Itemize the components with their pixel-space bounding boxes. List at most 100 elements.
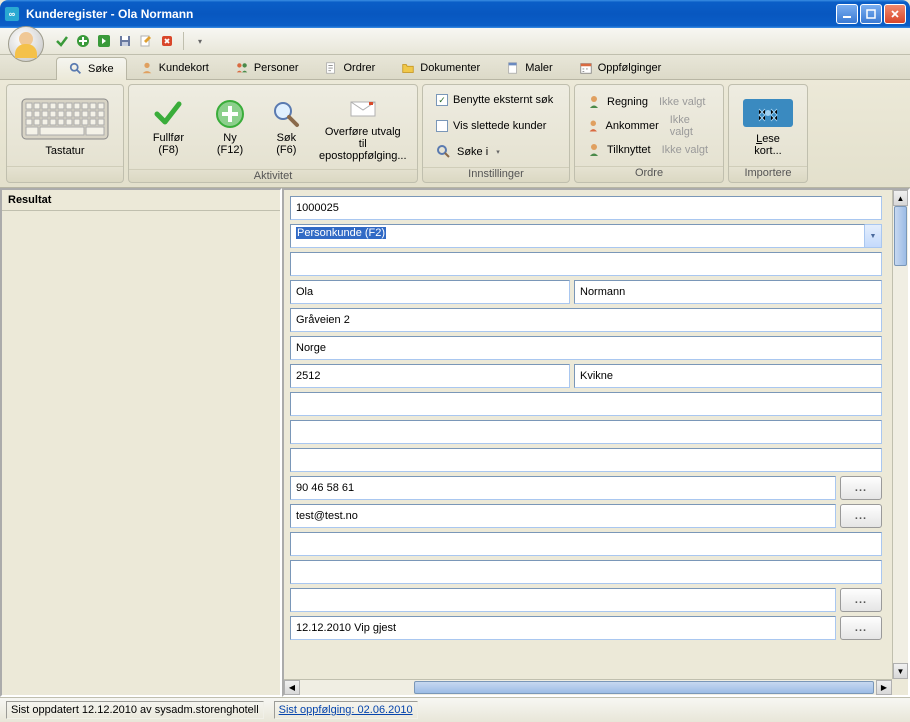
qa-commit-button[interactable]	[53, 32, 71, 50]
vis-slettede-checkbox[interactable]: Vis slettede kunder	[431, 115, 551, 137]
email-more-button[interactable]: ...	[840, 504, 882, 528]
tastatur-button[interactable]: Tastatur	[15, 92, 115, 160]
regning-button[interactable]: Regning Ikke valgt	[581, 91, 717, 113]
ribbon-group-importere: Lese kort... Importere	[728, 84, 808, 183]
ankommer-label: Ankommer	[606, 120, 659, 132]
window-minimize-button[interactable]	[836, 4, 858, 24]
city-field[interactable]	[574, 364, 882, 388]
overfore-button[interactable]: Overføre utvalg til epostoppfølging...	[317, 89, 409, 165]
tab-label: Ordrer	[343, 62, 375, 74]
soke-i-label: Søke i	[457, 146, 488, 158]
benytte-eksternt-checkbox[interactable]: ✓Benytte eksternt søk	[431, 89, 558, 111]
lastname-field[interactable]	[574, 280, 882, 304]
overfore-label-2: epostoppfølging...	[319, 150, 406, 162]
tab-label: Kundekort	[159, 62, 209, 74]
qa-save-button[interactable]	[116, 32, 134, 50]
tab-maler[interactable]: Maler	[493, 56, 566, 79]
vertical-scrollbar[interactable]: ▲ ▼	[892, 190, 908, 679]
blank-field-5[interactable]	[290, 532, 882, 556]
address-field[interactable]	[290, 308, 882, 332]
tab-oppfolginger[interactable]: Oppfølginger	[566, 56, 675, 79]
hscroll-thumb[interactable]	[414, 681, 874, 694]
customer-type-combo[interactable]: Personkunde (F2)	[290, 224, 865, 248]
note-field[interactable]	[290, 616, 836, 640]
tastatur-label: Tastatur	[45, 145, 84, 157]
result-header: Resultat	[2, 190, 280, 211]
window-maximize-button[interactable]	[860, 4, 882, 24]
combo-drop-button[interactable]: ▼	[865, 224, 882, 248]
firstname-field[interactable]	[290, 280, 570, 304]
tab-label: Dokumenter	[420, 62, 480, 74]
result-list[interactable]	[2, 211, 280, 695]
tab-label: Oppfølginger	[598, 62, 662, 74]
customer-id-field[interactable]	[290, 196, 882, 220]
chk-label: Vis slettede kunder	[453, 120, 546, 132]
phone-more-button[interactable]: ...	[840, 476, 882, 500]
ankommer-button[interactable]: Ankommer Ikke valgt	[581, 115, 717, 137]
scroll-down-button[interactable]: ▼	[893, 663, 908, 679]
soke-i-button[interactable]: Søke i▾	[431, 141, 505, 163]
lese-kort-button[interactable]: Lese kort...	[737, 92, 799, 160]
fullfor-button[interactable]: Fullfør (F8)	[137, 95, 200, 159]
workspace: Resultat Personkunde (F2) ▼	[0, 188, 910, 697]
ny-label: Ny (F12)	[211, 132, 249, 156]
result-panel: Resultat	[0, 188, 282, 697]
lese-kort-label: Lese kort...	[744, 133, 792, 157]
app-icon: ∞	[4, 6, 20, 22]
country-field[interactable]	[290, 336, 882, 360]
form-panel: Personkunde (F2) ▼ ...	[282, 188, 910, 697]
sok-label: Søk (F6)	[267, 132, 305, 156]
chk-label: Benytte eksternt søk	[453, 94, 553, 106]
sok-button[interactable]: Søk (F6)	[260, 95, 312, 159]
tab-soke[interactable]: Søke	[56, 57, 127, 80]
tab-personer[interactable]: Personer	[222, 56, 312, 79]
ribbon-caption	[7, 166, 123, 182]
blank-field-3[interactable]	[290, 420, 882, 444]
blank-field-1[interactable]	[290, 252, 882, 276]
zip-field[interactable]	[290, 364, 570, 388]
regning-hint: Ikke valgt	[659, 96, 705, 108]
scroll-up-button[interactable]: ▲	[893, 190, 908, 206]
tilknyttet-button[interactable]: TilknyttetIkke valgt	[581, 139, 717, 161]
blank-field-7[interactable]	[290, 588, 836, 612]
tab-label: Personer	[254, 62, 299, 74]
ribbon-caption: Aktivitet	[129, 169, 417, 182]
status-bar: Sist oppdatert 12.12.2010 av sysadm.stor…	[0, 697, 910, 722]
tab-dokumenter[interactable]: Dokumenter	[388, 56, 493, 79]
ribbon-group-innstillinger: ✓Benytte eksternt søk Vis slettede kunde…	[422, 84, 570, 183]
qa-delete-button[interactable]	[158, 32, 176, 50]
ribbon-group-tastatur: Tastatur	[6, 84, 124, 183]
blank-more-button[interactable]: ...	[840, 588, 882, 612]
ribbon-caption: Importere	[729, 166, 807, 182]
qa-edit-button[interactable]	[137, 32, 155, 50]
qa-new-button[interactable]	[74, 32, 92, 50]
blank-field-4[interactable]	[290, 448, 882, 472]
ny-button[interactable]: Ny (F12)	[204, 95, 256, 159]
toolbar-divider	[183, 32, 184, 50]
customer-type-value: Personkunde (F2)	[296, 227, 386, 239]
tab-bar: Søke Kundekort Personer Ordrer Dokumente…	[0, 55, 910, 80]
scroll-thumb[interactable]	[894, 206, 907, 266]
tab-ordrer[interactable]: Ordrer	[311, 56, 388, 79]
ankommer-hint: Ikke valgt	[670, 114, 712, 138]
regning-label: Regning	[607, 96, 648, 108]
qa-customize-button[interactable]: ▾	[191, 32, 209, 50]
tab-kundekort[interactable]: Kundekort	[127, 56, 222, 79]
scroll-corner	[892, 679, 908, 695]
quick-access-toolbar: ▾	[0, 28, 910, 55]
status-followup-link[interactable]: Sist oppfølging: 02.06.2010	[279, 704, 413, 716]
ribbon-group-aktivitet: Fullfør (F8) Ny (F12) Søk (F6) Overføre …	[128, 84, 418, 183]
tab-label: Maler	[525, 62, 553, 74]
qa-forward-button[interactable]	[95, 32, 113, 50]
phone-field[interactable]	[290, 476, 836, 500]
scroll-right-button[interactable]: ▶	[876, 680, 892, 695]
blank-field-2[interactable]	[290, 392, 882, 416]
window-titlebar: ∞ Kunderegister - Ola Normann	[0, 0, 910, 28]
window-close-button[interactable]	[884, 4, 906, 24]
email-field[interactable]	[290, 504, 836, 528]
horizontal-scrollbar[interactable]: ◀ ▶	[284, 679, 892, 695]
user-avatar-icon	[8, 26, 44, 62]
note-more-button[interactable]: ...	[840, 616, 882, 640]
scroll-left-button[interactable]: ◀	[284, 680, 300, 695]
blank-field-6[interactable]	[290, 560, 882, 584]
